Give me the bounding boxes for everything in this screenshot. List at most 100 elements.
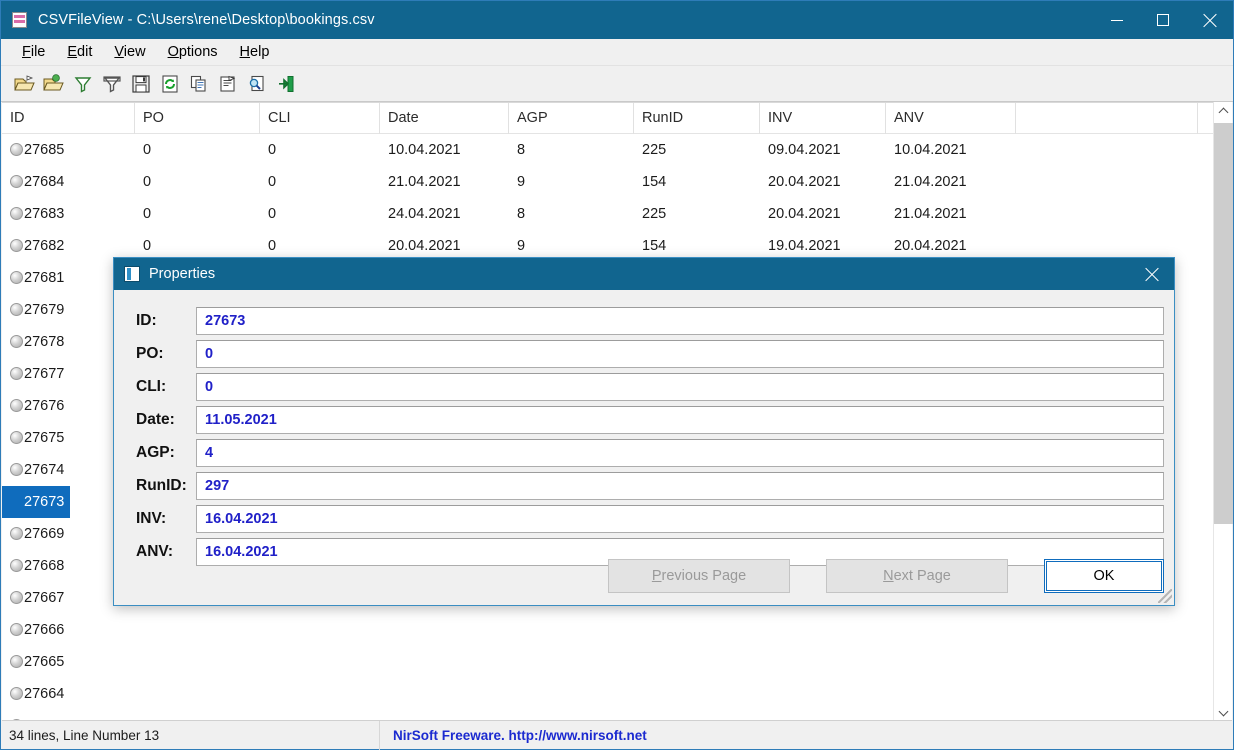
statusbar: 34 lines, Line Number 13 NirSoft Freewar…	[2, 720, 1232, 750]
dialog-titlebar: Properties	[114, 258, 1174, 290]
statusbar-nirsoft-link[interactable]: NirSoft Freeware. http://www.nirsoft.net	[380, 721, 1232, 750]
field-row-date: Date: 11.05.2021	[124, 403, 1164, 436]
cell-date: 24.04.2021	[388, 206, 461, 222]
field-input-date[interactable]: 11.05.2021	[196, 405, 1164, 434]
cell-id: 27681	[24, 270, 65, 286]
window-titlebar: CSVFileView - C:\Users\rene\Desktop\book…	[1, 1, 1233, 39]
column-header-runid[interactable]: RunID	[634, 103, 760, 134]
cell-runid	[642, 678, 758, 710]
cell-id: 27676	[24, 398, 65, 414]
cell-id: 27669	[24, 526, 65, 542]
clear-filter-icon[interactable]	[99, 71, 124, 97]
filter-icon[interactable]	[70, 71, 95, 97]
column-header-cli[interactable]: CLI	[260, 103, 380, 134]
copy-icon[interactable]	[186, 71, 211, 97]
column-header-date[interactable]: Date	[380, 103, 509, 134]
minimize-icon	[1111, 19, 1123, 21]
cell-anv	[894, 614, 1014, 646]
previous-page-button[interactable]: Previous Page	[608, 559, 790, 593]
cell-date	[388, 678, 507, 710]
field-input-runid[interactable]: 297	[196, 471, 1164, 500]
chevron-up-icon[interactable]	[1214, 102, 1233, 121]
exit-icon[interactable]	[273, 71, 298, 97]
table-row[interactable]: 27664	[2, 678, 1198, 710]
cell-id: 27685	[24, 142, 65, 158]
cell-runid: 225	[642, 142, 667, 158]
table-row[interactable]: 27663	[2, 710, 1198, 720]
cell-anv	[894, 710, 1014, 720]
chevron-down-icon[interactable]	[1214, 701, 1233, 720]
csvfileview-window: CSVFileView - C:\Users\rene\Desktop\book…	[0, 0, 1234, 750]
save-icon[interactable]	[128, 71, 153, 97]
field-label: PO:	[136, 344, 164, 362]
field-label: ANV:	[136, 542, 174, 560]
scrollbar-thumb[interactable]	[1214, 123, 1233, 524]
table-row[interactable]: 27683 0 0 24.04.2021 8 225 20.04.2021 21.04.202…	[2, 198, 1198, 230]
minimize-button[interactable]	[1094, 1, 1140, 39]
open-file-icon[interactable]	[12, 71, 37, 97]
cell-anv: 21.04.2021	[894, 206, 967, 222]
cell-id: 27677	[24, 366, 65, 382]
menu-item-edit[interactable]: Edit	[56, 42, 103, 62]
field-input-cli[interactable]: 0	[196, 372, 1164, 401]
cell-agp	[517, 614, 632, 646]
cell-cli	[268, 678, 378, 710]
find-icon[interactable]	[244, 71, 269, 97]
table-row[interactable]: 27685 0 0 10.04.2021 8 225 09.04.2021 10.04.202…	[2, 134, 1198, 166]
menu-item-file[interactable]: File	[11, 42, 56, 62]
maximize-button[interactable]	[1140, 1, 1186, 39]
table-row[interactable]: 27684 0 0 21.04.2021 9 154 20.04.2021 21.04.202…	[2, 166, 1198, 198]
listview-header: ID PO CLI Date AGP RunID INV ANV	[2, 103, 1232, 134]
cell-date	[388, 614, 507, 646]
cell-po	[143, 646, 258, 678]
column-header-pad[interactable]	[1016, 103, 1198, 134]
cell-runid	[642, 614, 758, 646]
column-header-id[interactable]: ID	[2, 103, 135, 134]
dialog-resize-grip[interactable]	[1158, 589, 1172, 603]
column-header-agp[interactable]: AGP	[509, 103, 634, 134]
cell-agp	[517, 678, 632, 710]
next-page-button[interactable]: Next Page	[826, 559, 1008, 593]
menu-item-help[interactable]: Help	[229, 42, 281, 62]
field-input-agp[interactable]: 4	[196, 438, 1164, 467]
cell-runid	[642, 646, 758, 678]
close-button[interactable]	[1186, 1, 1233, 39]
cell-id: 27683	[24, 206, 65, 222]
open-folder-icon[interactable]	[41, 71, 66, 97]
cell-agp	[517, 710, 632, 720]
field-input-inv[interactable]: 16.04.2021	[196, 504, 1164, 533]
ok-button[interactable]: OK	[1044, 559, 1164, 593]
statusbar-line-info: 34 lines, Line Number 13	[2, 720, 380, 750]
menu-item-view[interactable]: View	[103, 42, 156, 62]
field-label: INV:	[136, 509, 167, 527]
ok-button-label: OK	[1093, 568, 1115, 584]
cell-cli	[268, 614, 378, 646]
cell-date	[388, 646, 507, 678]
cell-id: 27666	[24, 622, 65, 638]
column-header-anv[interactable]: ANV	[886, 103, 1016, 134]
cell-id: 27675	[24, 430, 65, 446]
cell-date: 21.04.2021	[388, 174, 461, 190]
csv-file-icon	[11, 11, 29, 29]
cell-id: 27665	[24, 654, 65, 670]
column-header-inv[interactable]: INV	[760, 103, 886, 134]
vertical-scrollbar[interactable]	[1213, 102, 1233, 720]
column-header-po[interactable]: PO	[135, 103, 260, 134]
table-row[interactable]: 27666	[2, 614, 1198, 646]
dialog-close-button[interactable]	[1129, 258, 1174, 290]
cell-id: 27673	[2, 486, 71, 518]
field-input-po[interactable]: 0	[196, 339, 1164, 368]
cell-inv: 20.04.2021	[768, 174, 841, 190]
properties-dialog: Properties ID: 27673 PO: 0 CLI: 0 Date: 11.05.2…	[113, 257, 1175, 606]
cell-id: 27678	[24, 334, 65, 350]
field-input-id[interactable]: 27673	[196, 306, 1164, 335]
menu-item-options[interactable]: Options	[157, 42, 229, 62]
cell-inv	[768, 678, 884, 710]
cell-po: 0	[143, 142, 152, 158]
properties-icon[interactable]	[215, 71, 240, 97]
window-controls	[1094, 1, 1233, 39]
refresh-icon[interactable]	[157, 71, 182, 97]
menubar: File Edit View Options Help	[1, 39, 1233, 66]
cell-po	[143, 678, 258, 710]
table-row[interactable]: 27665	[2, 646, 1198, 678]
